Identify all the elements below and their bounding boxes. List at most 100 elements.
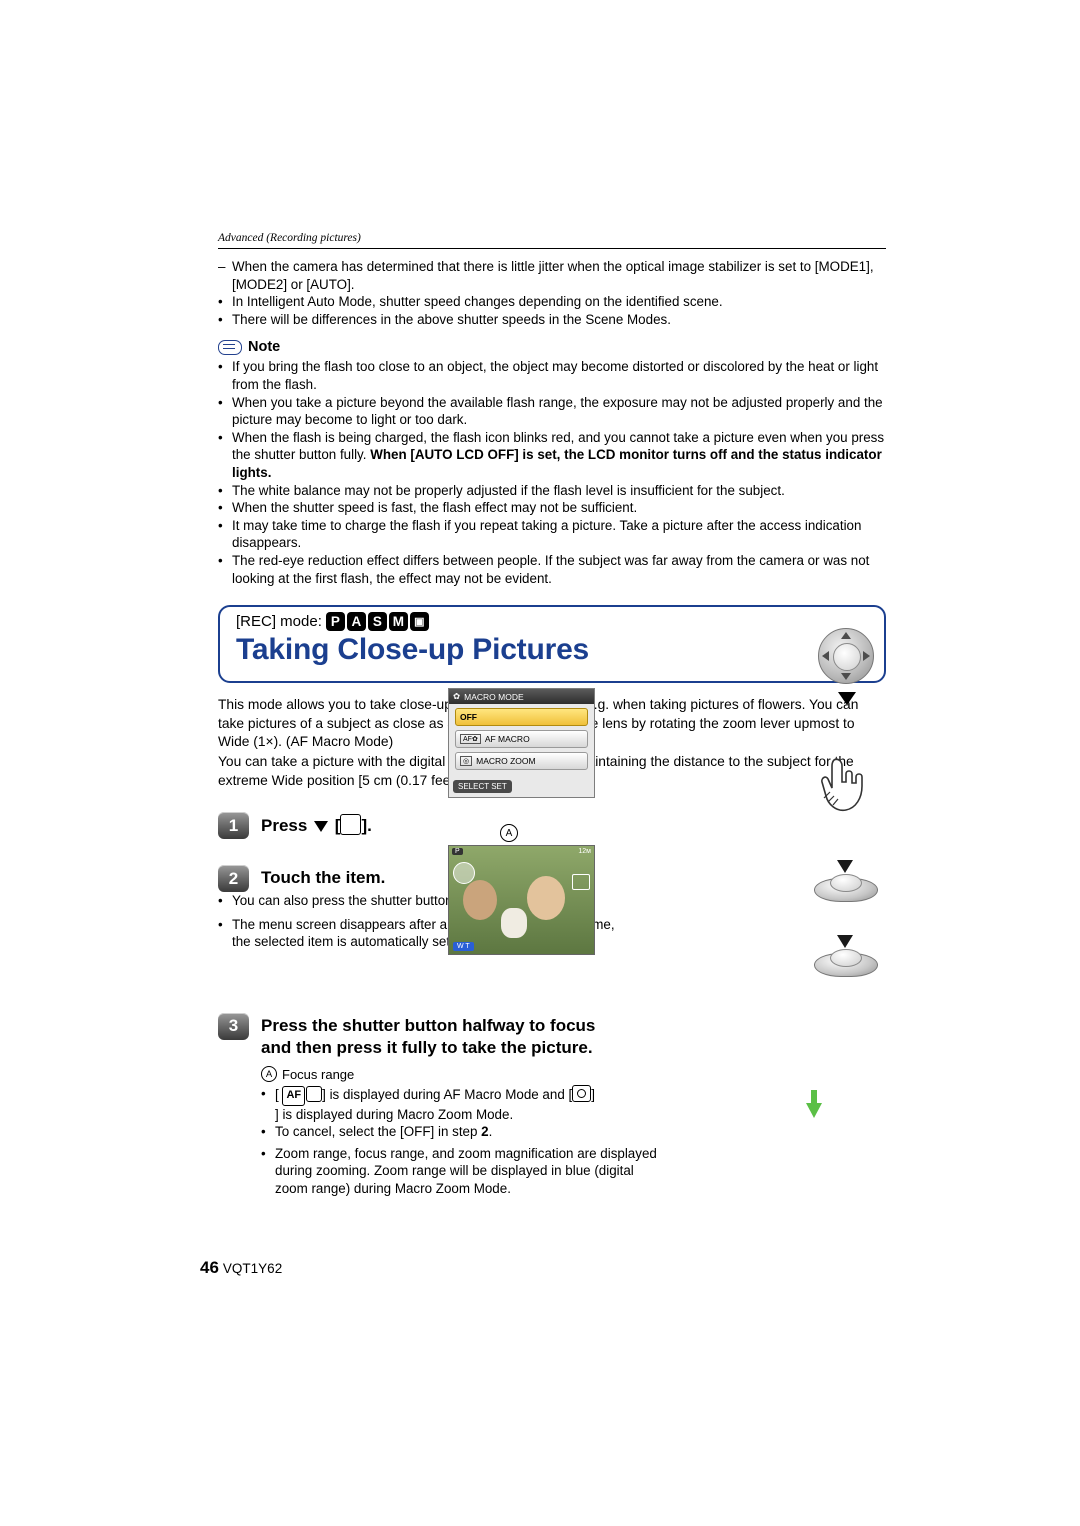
green-down-arrow-icon	[806, 1103, 822, 1118]
bullet-text: When the shutter speed is fast, the flas…	[232, 500, 638, 516]
subject-person-left	[463, 880, 497, 920]
camera-osd-icon	[572, 874, 590, 890]
list-item: • In Intelligent Auto Mode, shutter speed…	[218, 293, 886, 311]
rec-mode-label: [REC] mode:	[236, 613, 322, 631]
step-1: 1 Press [].	[218, 812, 886, 840]
four-way-controller-illustration	[818, 628, 874, 684]
step-3-bullets: • [ AF] is displayed during AF Macro Mod…	[261, 1084, 661, 1198]
bullet-text: When you take a picture beyond the avail…	[232, 394, 883, 428]
macro-option-label: MACRO ZOOM	[476, 756, 536, 766]
mode-icon-group: P A S M ▣	[325, 612, 429, 632]
bullet-text-part1: ] is displayed during AF Macro Mode and …	[322, 1086, 573, 1102]
bullet-marker: •	[218, 552, 223, 568]
note-heading: Note	[218, 339, 886, 355]
rec-mode-line: [REC] mode: P A S M ▣	[236, 612, 429, 632]
bullet-text: Zoom range, focus range, and zoom magnif…	[275, 1145, 657, 1196]
macro-title-icon: ✿	[453, 691, 461, 701]
live-view-osd-bottom: W T	[453, 942, 474, 951]
callout-a-marker: A	[261, 1066, 277, 1083]
list-item: • When the flash is being charged, the fl…	[218, 429, 886, 482]
page-title: Taking Close-up Pictures	[236, 633, 590, 667]
page-footer: 46 VQT1Y62	[200, 1258, 282, 1278]
step-title: Press [].	[261, 812, 372, 837]
macro-option-macro-zoom[interactable]: ◎ MACRO ZOOM	[455, 752, 588, 770]
macro-screen-titlebar: ✿ MACRO MODE	[449, 689, 594, 704]
macro-screen-title: MACRO MODE	[464, 691, 524, 702]
list-item: • If you bring the flash too close to an …	[218, 358, 886, 393]
shutter-halfway-illustration	[814, 860, 878, 902]
macro-zoom-icon: ◎	[460, 756, 473, 766]
list-item: • The red-eye reduction effect differs be…	[218, 552, 886, 587]
live-view-osd-top: P 12м	[452, 848, 591, 855]
bullet-marker: •	[218, 916, 223, 932]
shutter-button	[830, 874, 862, 892]
down-arrow-icon	[314, 821, 329, 833]
bullet-text: The red-eye reduction effect differs bet…	[232, 552, 870, 586]
list-item: • It may take time to charge the flash if…	[218, 517, 886, 552]
callout-a-badge: A	[500, 824, 518, 842]
shutter-full-illustration	[814, 935, 878, 977]
af-macro-osd-icon	[453, 862, 475, 884]
step-number: 1	[218, 812, 249, 840]
live-view-screen: P 12м W T	[448, 845, 595, 955]
bullet-marker: •	[218, 359, 223, 375]
bullet-text: If you bring the flash too close to an o…	[232, 359, 879, 392]
bullet-text: To cancel, select the [OFF] in step	[275, 1124, 482, 1140]
step-title-suffix: .	[367, 816, 372, 836]
flower-icon	[306, 1085, 323, 1102]
list-item: • Zoom range, focus range, and zoom magni…	[261, 1145, 661, 1198]
macro-option-off[interactable]: OFF	[455, 708, 588, 726]
macro-zoom-icon	[572, 1084, 592, 1102]
bullet-marker: •	[218, 893, 223, 909]
bullet-marker: •	[218, 482, 223, 498]
document-code: VQT1Y62	[222, 1261, 283, 1276]
macro-option-af-macro[interactable]: AF✿ AF MACRO	[455, 730, 588, 748]
focus-range-caption: A Focus range	[261, 1066, 661, 1083]
bullet-marker: •	[218, 517, 223, 533]
resolution-badge: 12м	[578, 848, 591, 855]
macro-mode-screen: ✿ MACRO MODE OFF AF✿ AF MACRO ◎ MACRO ZO…	[448, 688, 595, 798]
bullet-text: [ AF] is displayed during AF Macro Mode …	[275, 1084, 595, 1106]
step-number: 2	[218, 865, 249, 893]
step-title-line1: Press the shutter button halfway to focu…	[261, 1015, 596, 1035]
section-title-band: [REC] mode: P A S M ▣ Taking Close-up Pi…	[218, 605, 886, 684]
intro-dash-text: When the camera has determined that ther…	[232, 259, 874, 292]
af-macro-icon: AF✿	[460, 734, 481, 744]
bullet-marker: •	[218, 394, 223, 410]
callout-a-text: Focus range	[282, 1066, 355, 1082]
dpad-right-icon	[863, 651, 870, 661]
step-title: Touch the item.	[261, 868, 386, 888]
bullet-marker: •	[261, 1124, 266, 1140]
step-number: 3	[218, 1012, 249, 1040]
macro-screen-footer: SELECT SET	[453, 780, 512, 793]
list-item: • To cancel, select the [OFF] in step 2.	[261, 1124, 493, 1140]
bullet-marker: •	[218, 294, 223, 310]
mode-icon-m: M	[388, 612, 408, 632]
press-down-arrow-icon	[838, 692, 856, 705]
mode-icon-a: A	[346, 612, 366, 632]
step-title: Press the shutter button halfway to focu…	[261, 1013, 651, 1059]
step-title-prefix: Press	[261, 816, 308, 836]
mode-icon-p: P	[325, 612, 345, 632]
bullet-text: The white balance may not be properly ad…	[232, 482, 785, 498]
bullet-text: There will be differences in the above s…	[232, 311, 671, 327]
mode-icon-custom-camera-icon: ▣	[409, 612, 429, 632]
bullet-marker: •	[261, 1085, 266, 1101]
step-3-detail: A Focus range • [ AF] is displayed durin…	[261, 1066, 661, 1198]
macro-flower-icon	[340, 814, 362, 836]
page-number: 46	[200, 1258, 219, 1277]
dpad-down-icon	[841, 673, 851, 680]
step-title-line2: and then press it fully to take the pict…	[261, 1037, 593, 1057]
note-list: • If you bring the flash too close to an …	[218, 358, 886, 587]
touch-hand-icon	[821, 758, 863, 812]
note-label: Note	[248, 339, 281, 356]
list-item: • There will be differences in the above …	[218, 311, 886, 329]
press-arrow-icon	[837, 860, 853, 873]
mode-badge: P	[452, 848, 463, 855]
bullet-marker: •	[218, 311, 223, 327]
intro-dash-item: – When the camera has determined that th…	[218, 259, 874, 292]
bullet-marker: •	[261, 1145, 266, 1161]
bullet-marker: •	[218, 429, 223, 445]
bullet-text: ] is displayed during Macro Zoom Mode.	[275, 1106, 514, 1122]
subject-animal	[501, 908, 527, 938]
